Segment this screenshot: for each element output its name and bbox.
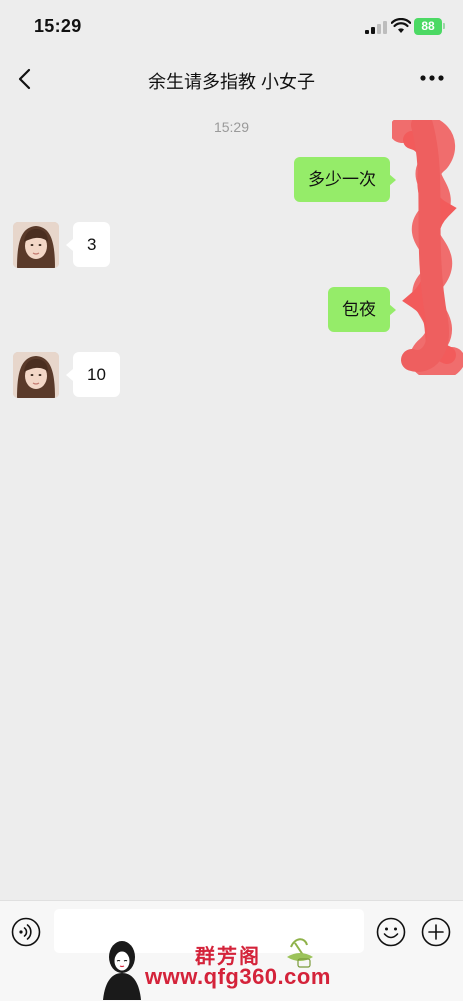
battery-icon: 88 [414, 18, 442, 35]
battery-tip [443, 23, 445, 29]
nav-bar: 余生请多指教 小女子 [0, 54, 463, 104]
voice-icon[interactable] [11, 917, 41, 947]
wifi-icon [391, 18, 411, 33]
chat-title: 余生请多指教 小女子 [147, 72, 315, 92]
status-time: 15:29 [34, 16, 82, 36]
incoming-message-bubble[interactable]: 10 [73, 352, 120, 397]
status-bar: 15:29 88 [0, 0, 463, 54]
plus-icon[interactable] [421, 917, 451, 947]
watermark-url: www.qfg360.com [145, 964, 331, 989]
redaction-scribble [392, 120, 463, 375]
outgoing-message-bubble[interactable]: 多少一次 [294, 157, 390, 202]
contact-avatar[interactable] [13, 352, 59, 398]
contact-avatar[interactable] [13, 222, 59, 268]
bubble-tail [66, 239, 73, 251]
more-dots-icon[interactable] [419, 68, 445, 88]
outgoing-message-bubble[interactable]: 包夜 [328, 287, 390, 332]
bubble-tail [66, 369, 73, 381]
back-arrow-icon[interactable] [14, 65, 38, 93]
signal-icon [365, 20, 387, 34]
incoming-message-bubble[interactable]: 3 [73, 222, 111, 267]
